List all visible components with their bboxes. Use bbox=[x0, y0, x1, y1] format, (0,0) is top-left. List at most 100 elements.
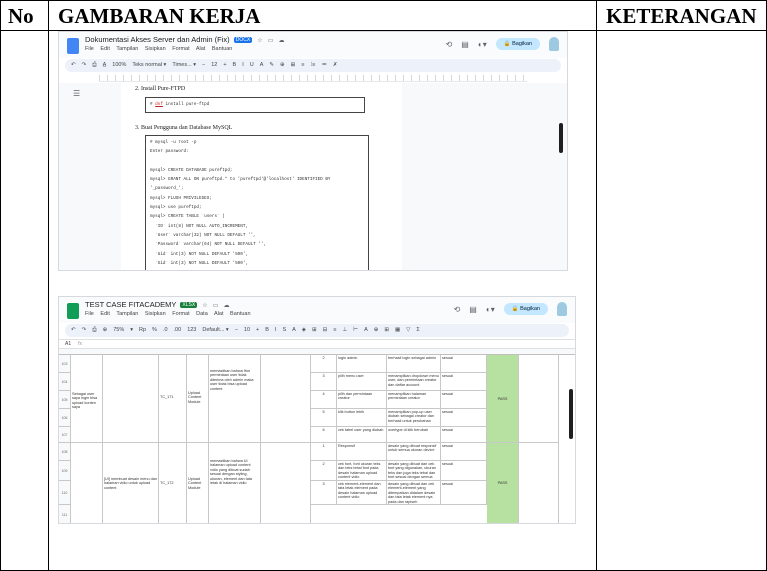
toolbar-button[interactable]: ⊥ bbox=[342, 327, 347, 333]
toolbar-button[interactable]: 100% bbox=[112, 62, 126, 68]
folder-icon[interactable]: ▭ bbox=[213, 303, 219, 309]
star-icon[interactable]: ☆ bbox=[257, 38, 262, 44]
toolbar-button[interactable]: ≡ bbox=[301, 62, 304, 68]
menu-edit[interactable]: Edit bbox=[100, 46, 109, 52]
toolbar-button[interactable]: − bbox=[235, 327, 238, 333]
toolbar-button[interactable]: ⊞ bbox=[384, 327, 389, 333]
toolbar-button[interactable]: Times... ▾ bbox=[172, 62, 196, 68]
code-line: mysql> use pureftpd; bbox=[150, 205, 202, 211]
toolbar-button[interactable]: ◈ bbox=[302, 327, 306, 333]
toolbar-button[interactable]: ↶ bbox=[71, 62, 76, 68]
toolbar-button[interactable]: ✗ bbox=[333, 62, 338, 68]
toolbar-button[interactable]: 10 bbox=[244, 327, 250, 333]
menu-view[interactable]: Tampilan bbox=[116, 46, 138, 52]
toolbar-button[interactable]: ⊢ bbox=[353, 327, 358, 333]
toolbar-button[interactable]: Σ bbox=[416, 327, 419, 333]
toolbar-button[interactable]: ▦ bbox=[395, 327, 400, 333]
toolbar-button[interactable]: 123 bbox=[187, 327, 196, 333]
toolbar-button[interactable]: Rp bbox=[139, 327, 146, 333]
toolbar-button[interactable]: ↷ bbox=[82, 327, 87, 333]
toolbar-button[interactable]: A bbox=[292, 327, 296, 333]
menu-tools[interactable]: Alat bbox=[196, 46, 205, 52]
avatar[interactable] bbox=[549, 37, 559, 51]
sheets-title-text: TEST CASE FITACADEMY bbox=[85, 300, 177, 309]
code-line: '_password_'; bbox=[150, 186, 184, 192]
toolbar-button[interactable]: Default... ▾ bbox=[202, 327, 228, 333]
menu-file[interactable]: File bbox=[85, 311, 94, 317]
history-icon[interactable]: ⟲ bbox=[446, 40, 453, 49]
empty-cell bbox=[261, 355, 311, 443]
toolbar-button[interactable]: ⁝≡ bbox=[310, 62, 315, 68]
toolbar-button[interactable]: .00 bbox=[174, 327, 182, 333]
toolbar-button[interactable]: 12 bbox=[211, 62, 217, 68]
outline-icon[interactable]: ☰ bbox=[73, 89, 80, 98]
menu-tools[interactable]: Alat bbox=[214, 311, 223, 317]
toolbar-button[interactable]: ≔ bbox=[321, 62, 327, 68]
meet-icon[interactable]: ◐▾ bbox=[486, 305, 495, 314]
toolbar-button[interactable]: ↷ bbox=[82, 62, 87, 68]
share-button[interactable]: 🔒 Bagikan bbox=[495, 38, 540, 50]
toolbar-button[interactable]: ⊞ bbox=[312, 327, 317, 333]
toolbar-button[interactable]: ⎙ bbox=[92, 62, 96, 68]
toolbar-button[interactable]: A bbox=[260, 62, 264, 68]
comment-icon[interactable]: ▤ bbox=[469, 305, 477, 314]
toolbar-button[interactable]: B bbox=[265, 327, 269, 333]
menu-format[interactable]: Format bbox=[172, 311, 189, 317]
toolbar-button[interactable]: ⊟ bbox=[323, 327, 328, 333]
toolbar-button[interactable]: ⊕ bbox=[374, 327, 379, 333]
side-panel-handle[interactable] bbox=[559, 123, 563, 153]
docs-screenshot: Dokumentasi Akses Server dan Admin (Fix)… bbox=[58, 31, 568, 271]
docs-right-tools: ⟲ ▤ ◐▾ 🔒 Bagikan bbox=[446, 37, 559, 51]
docs-title[interactable]: Dokumentasi Akses Server dan Admin (Fix)… bbox=[85, 35, 285, 44]
toolbar-button[interactable]: B bbox=[233, 62, 237, 68]
menu-insert[interactable]: Sisipkan bbox=[145, 46, 166, 52]
toolbar-button[interactable]: A̲ bbox=[103, 62, 107, 68]
sheets-title[interactable]: TEST CASE FITACADEMY XLSX ☆ ▭ ☁ bbox=[85, 300, 230, 309]
toolbar-button[interactable]: .0 bbox=[163, 327, 168, 333]
star-icon[interactable]: ☆ bbox=[202, 303, 207, 309]
share-button[interactable]: 🔒 Bagikan bbox=[503, 303, 548, 315]
menu-edit[interactable]: Edit bbox=[100, 311, 109, 317]
cell-reference[interactable]: A1 bbox=[65, 341, 71, 347]
code-line: `ID` int(8) NOT NULL AUTO_INCREMENT, bbox=[150, 223, 248, 229]
avatar[interactable] bbox=[557, 302, 567, 316]
menu-help[interactable]: Bantuan bbox=[230, 311, 251, 317]
toolbar-button[interactable]: ≡ bbox=[333, 327, 336, 333]
toolbar-button[interactable]: Teks normal ▾ bbox=[132, 62, 166, 68]
sheets-right-tools: ⟲ ▤ ◐▾ 🔒 Bagikan bbox=[454, 302, 567, 316]
toolbar-button[interactable]: ⊞ bbox=[291, 62, 296, 68]
menu-file[interactable]: File bbox=[85, 46, 94, 52]
toolbar-button[interactable]: ⊕ bbox=[280, 62, 285, 68]
expected-result-cell: desain yang dibuat dan cek font yang dig… bbox=[387, 461, 441, 481]
toolbar-button[interactable]: + bbox=[256, 327, 259, 333]
menu-help[interactable]: Bantuan bbox=[212, 46, 233, 52]
toolbar-button[interactable]: ⎙ bbox=[92, 327, 96, 333]
formula-bar[interactable]: A1 fx bbox=[59, 339, 575, 349]
toolbar-button[interactable]: U bbox=[250, 62, 254, 68]
toolbar-button[interactable]: S bbox=[282, 327, 286, 333]
toolbar-button[interactable]: ↶ bbox=[71, 327, 76, 333]
folder-icon[interactable]: ▭ bbox=[268, 38, 274, 44]
toolbar-button[interactable]: A bbox=[364, 327, 368, 333]
toolbar-button[interactable]: ✎ bbox=[269, 62, 274, 68]
pass-status-cell: PASS bbox=[487, 443, 519, 523]
comment-icon[interactable]: ▤ bbox=[461, 40, 469, 49]
meet-icon[interactable]: ◐▾ bbox=[478, 40, 487, 49]
toolbar-button[interactable]: ▽ bbox=[406, 327, 410, 333]
toolbar-button[interactable]: % bbox=[152, 327, 157, 333]
toolbar-button[interactable]: − bbox=[202, 62, 205, 68]
side-panel-handle[interactable] bbox=[569, 389, 573, 439]
menu-format[interactable]: Format bbox=[172, 46, 189, 52]
toolbar-button[interactable]: I bbox=[242, 62, 244, 68]
toolbar-button[interactable]: I bbox=[275, 327, 277, 333]
toolbar-button[interactable]: + bbox=[223, 62, 226, 68]
history-icon[interactable]: ⟲ bbox=[454, 305, 461, 314]
menu-insert[interactable]: Sisipkan bbox=[145, 311, 166, 317]
toolbar-button[interactable]: ⊕ bbox=[103, 327, 108, 333]
menu-view[interactable]: Tampilan bbox=[116, 311, 138, 317]
menu-data[interactable]: Data bbox=[196, 311, 208, 317]
step-action-cell: pilih menu user bbox=[337, 373, 387, 391]
toolbar-button[interactable]: ▾ bbox=[130, 327, 133, 333]
toolbar-button[interactable]: 75% bbox=[113, 327, 124, 333]
